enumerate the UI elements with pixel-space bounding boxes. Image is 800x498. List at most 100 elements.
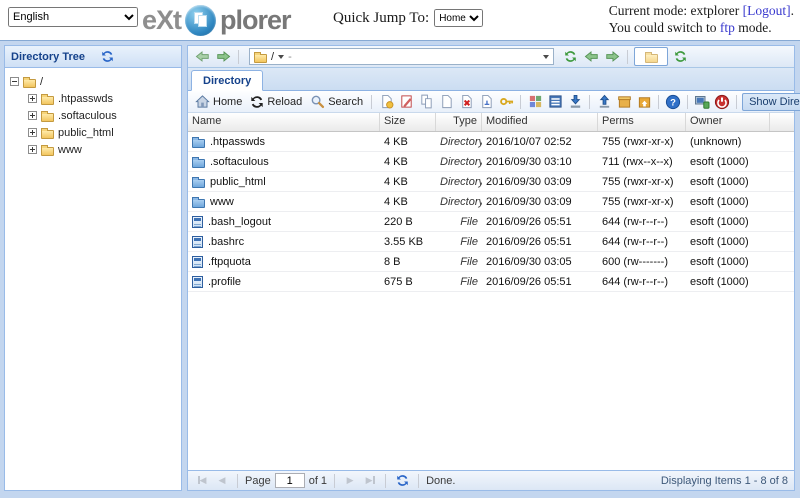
logout-power-icon[interactable] (713, 93, 731, 111)
tree-node-root[interactable]: / (7, 73, 179, 90)
new-window-folder-button[interactable] (634, 47, 668, 66)
expand-toggle-icon[interactable] (28, 128, 37, 137)
separator (520, 94, 522, 109)
tree-refresh-icon[interactable] (99, 48, 117, 66)
path-caret-icon[interactable] (278, 54, 285, 59)
perms-cell: 644 (rw-r--r--) (602, 235, 668, 248)
size-cell: 4 KB (384, 175, 408, 188)
perms-cell: 711 (rwx--x--x) (602, 155, 673, 168)
table-row[interactable]: www 4 KB Directory 2016/09/30 03:09 755 … (188, 192, 794, 212)
new-file-icon[interactable] (377, 93, 395, 111)
column-header-perms[interactable]: Perms (598, 113, 686, 131)
table-row[interactable]: .softaculous 4 KB Directory 2016/09/30 0… (188, 152, 794, 172)
move-icon[interactable] (437, 93, 455, 111)
admin-icon[interactable] (693, 93, 711, 111)
separator (736, 94, 738, 109)
directory-tree-title: Directory Tree (11, 50, 85, 63)
table-row[interactable]: .htpasswds 4 KB Directory 2016/10/07 02:… (188, 132, 794, 152)
page-label: Page (245, 474, 271, 487)
details-view-icon[interactable] (546, 93, 564, 111)
download-icon[interactable] (566, 93, 584, 111)
expand-toggle-icon[interactable] (28, 111, 37, 120)
language-select[interactable]: English (8, 7, 138, 27)
table-row[interactable]: .bash_logout 220 B File 2016/09/26 05:51… (188, 212, 794, 232)
collapse-toggle-icon[interactable] (10, 77, 19, 86)
archive-icon[interactable] (615, 93, 633, 111)
column-header-type[interactable]: Type (436, 113, 482, 131)
tree-node-htpasswds[interactable]: .htpasswds (7, 90, 179, 107)
icons-view-icon[interactable] (526, 93, 544, 111)
tab-directory[interactable]: Directory (191, 70, 264, 91)
file-type-icon (192, 176, 205, 188)
delete-icon[interactable] (457, 93, 475, 111)
separator (658, 94, 660, 109)
column-header-owner[interactable]: Owner (686, 113, 770, 131)
table-row[interactable]: public_html 4 KB Directory 2016/09/30 03… (188, 172, 794, 192)
path-combo[interactable]: / - (249, 48, 554, 65)
main-toolbar: Home Reload Search ? Show Dire (188, 91, 800, 113)
go-back-icon[interactable] (582, 48, 600, 66)
extplorer-logo: eXt plorer (142, 0, 292, 40)
show-directories-toggle[interactable]: Show Directories (742, 92, 800, 111)
chmod-key-icon[interactable] (497, 93, 515, 111)
expand-toggle-icon[interactable] (28, 94, 37, 103)
combo-dropdown-icon[interactable] (543, 54, 549, 59)
workspace: Directory Tree / .htpasswds .softaculous (0, 40, 800, 498)
tree-node-public-html[interactable]: public_html (7, 124, 179, 141)
reload-button[interactable]: Reload (247, 94, 305, 110)
first-page-icon[interactable]: ◀ (194, 475, 210, 486)
owner-cell: esoft (1000) (690, 175, 749, 188)
page-number-input[interactable] (274, 473, 305, 488)
last-page-icon[interactable]: ▶ (362, 475, 378, 486)
next-page-icon[interactable]: ▶ (342, 475, 358, 486)
file-type-icon (192, 156, 205, 168)
owner-cell: (unknown) (690, 135, 742, 148)
quick-jump: Quick Jump To: Home (333, 9, 484, 27)
name-cell: www (188, 196, 380, 208)
copy-icon[interactable] (417, 93, 435, 111)
folder-icon (41, 93, 54, 105)
ftp-mode-link[interactable]: ftp (720, 20, 735, 35)
file-type-icon (192, 255, 203, 268)
edit-icon[interactable] (397, 93, 415, 111)
column-header-size[interactable]: Size (380, 113, 436, 131)
go-forward-icon[interactable] (603, 48, 621, 66)
tree-node-softaculous[interactable]: .softaculous (7, 107, 179, 124)
separator (334, 473, 336, 488)
column-header-filler (770, 113, 794, 131)
size-cell: 220 B (384, 215, 413, 228)
grid-refresh-icon[interactable] (393, 472, 411, 490)
logo-text-ext: eXt (142, 4, 182, 35)
file-name: .bashrc (208, 235, 245, 248)
upload-icon[interactable] (595, 93, 613, 111)
expand-toggle-icon[interactable] (28, 145, 37, 154)
table-row[interactable]: .bashrc 3.55 KB File 2016/09/26 05:51 64… (188, 232, 794, 252)
prev-page-icon[interactable]: ◀ (214, 475, 230, 486)
history-forward-icon[interactable] (214, 48, 232, 66)
file-name: public_html (210, 175, 266, 188)
modified-cell: 2016/10/07 02:52 (486, 135, 572, 148)
folder-icon (23, 76, 36, 88)
history-back-icon[interactable] (193, 48, 211, 66)
file-browser-panel: / - Directory Home Reload Search ? Show … (187, 45, 800, 491)
tree-node-www[interactable]: www (7, 141, 179, 158)
path-refresh-icon[interactable] (561, 48, 579, 66)
panel-refresh-icon[interactable] (671, 48, 689, 66)
table-row[interactable]: .ftpquota 8 B File 2016/09/30 03:05 600 … (188, 252, 794, 272)
logout-link[interactable]: [Logout] (743, 3, 791, 18)
column-header-name[interactable]: Name (188, 113, 380, 131)
rename-icon[interactable] (477, 93, 495, 111)
quick-jump-select[interactable]: Home (434, 9, 484, 27)
file-type-icon (192, 235, 203, 248)
tree-node-label: / (40, 75, 44, 88)
home-button[interactable]: Home (192, 93, 245, 110)
file-type-icon (192, 215, 203, 228)
quick-jump-label: Quick Jump To: (333, 9, 430, 26)
search-button[interactable]: Search (307, 93, 366, 110)
column-header-modified[interactable]: Modified (482, 113, 598, 131)
extract-icon[interactable] (635, 93, 653, 111)
table-row[interactable]: .profile 675 B File 2016/09/26 05:51 644… (188, 272, 794, 292)
perms-cell: 600 (rw-------) (602, 255, 668, 268)
tree-node-label: www (58, 143, 82, 156)
help-icon[interactable]: ? (664, 93, 682, 111)
